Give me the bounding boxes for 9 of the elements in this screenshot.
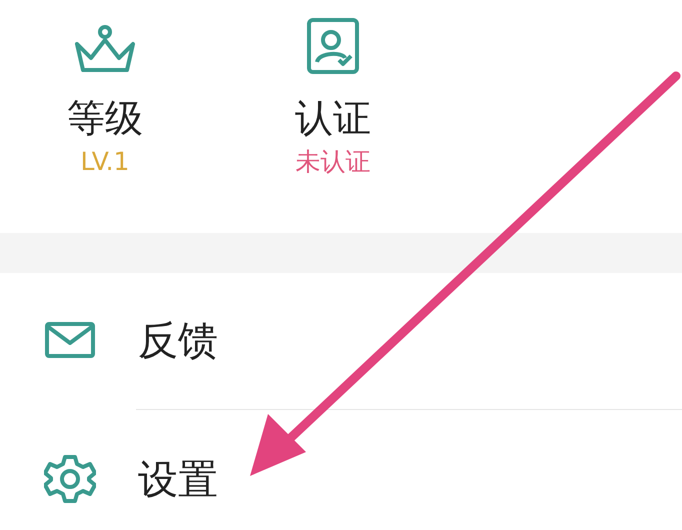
stat-value: 未认证 xyxy=(296,148,370,176)
mail-icon xyxy=(44,321,96,359)
stat-label: 等级 xyxy=(67,98,143,140)
id-badge-icon xyxy=(305,16,361,76)
stat-label: 认证 xyxy=(295,98,371,140)
settings-icon xyxy=(44,453,96,505)
stat-value: LV.1 xyxy=(80,148,130,176)
menu-item[interactable]: 反馈 xyxy=(138,312,218,368)
menu-item[interactable]: 设置 xyxy=(138,452,218,506)
